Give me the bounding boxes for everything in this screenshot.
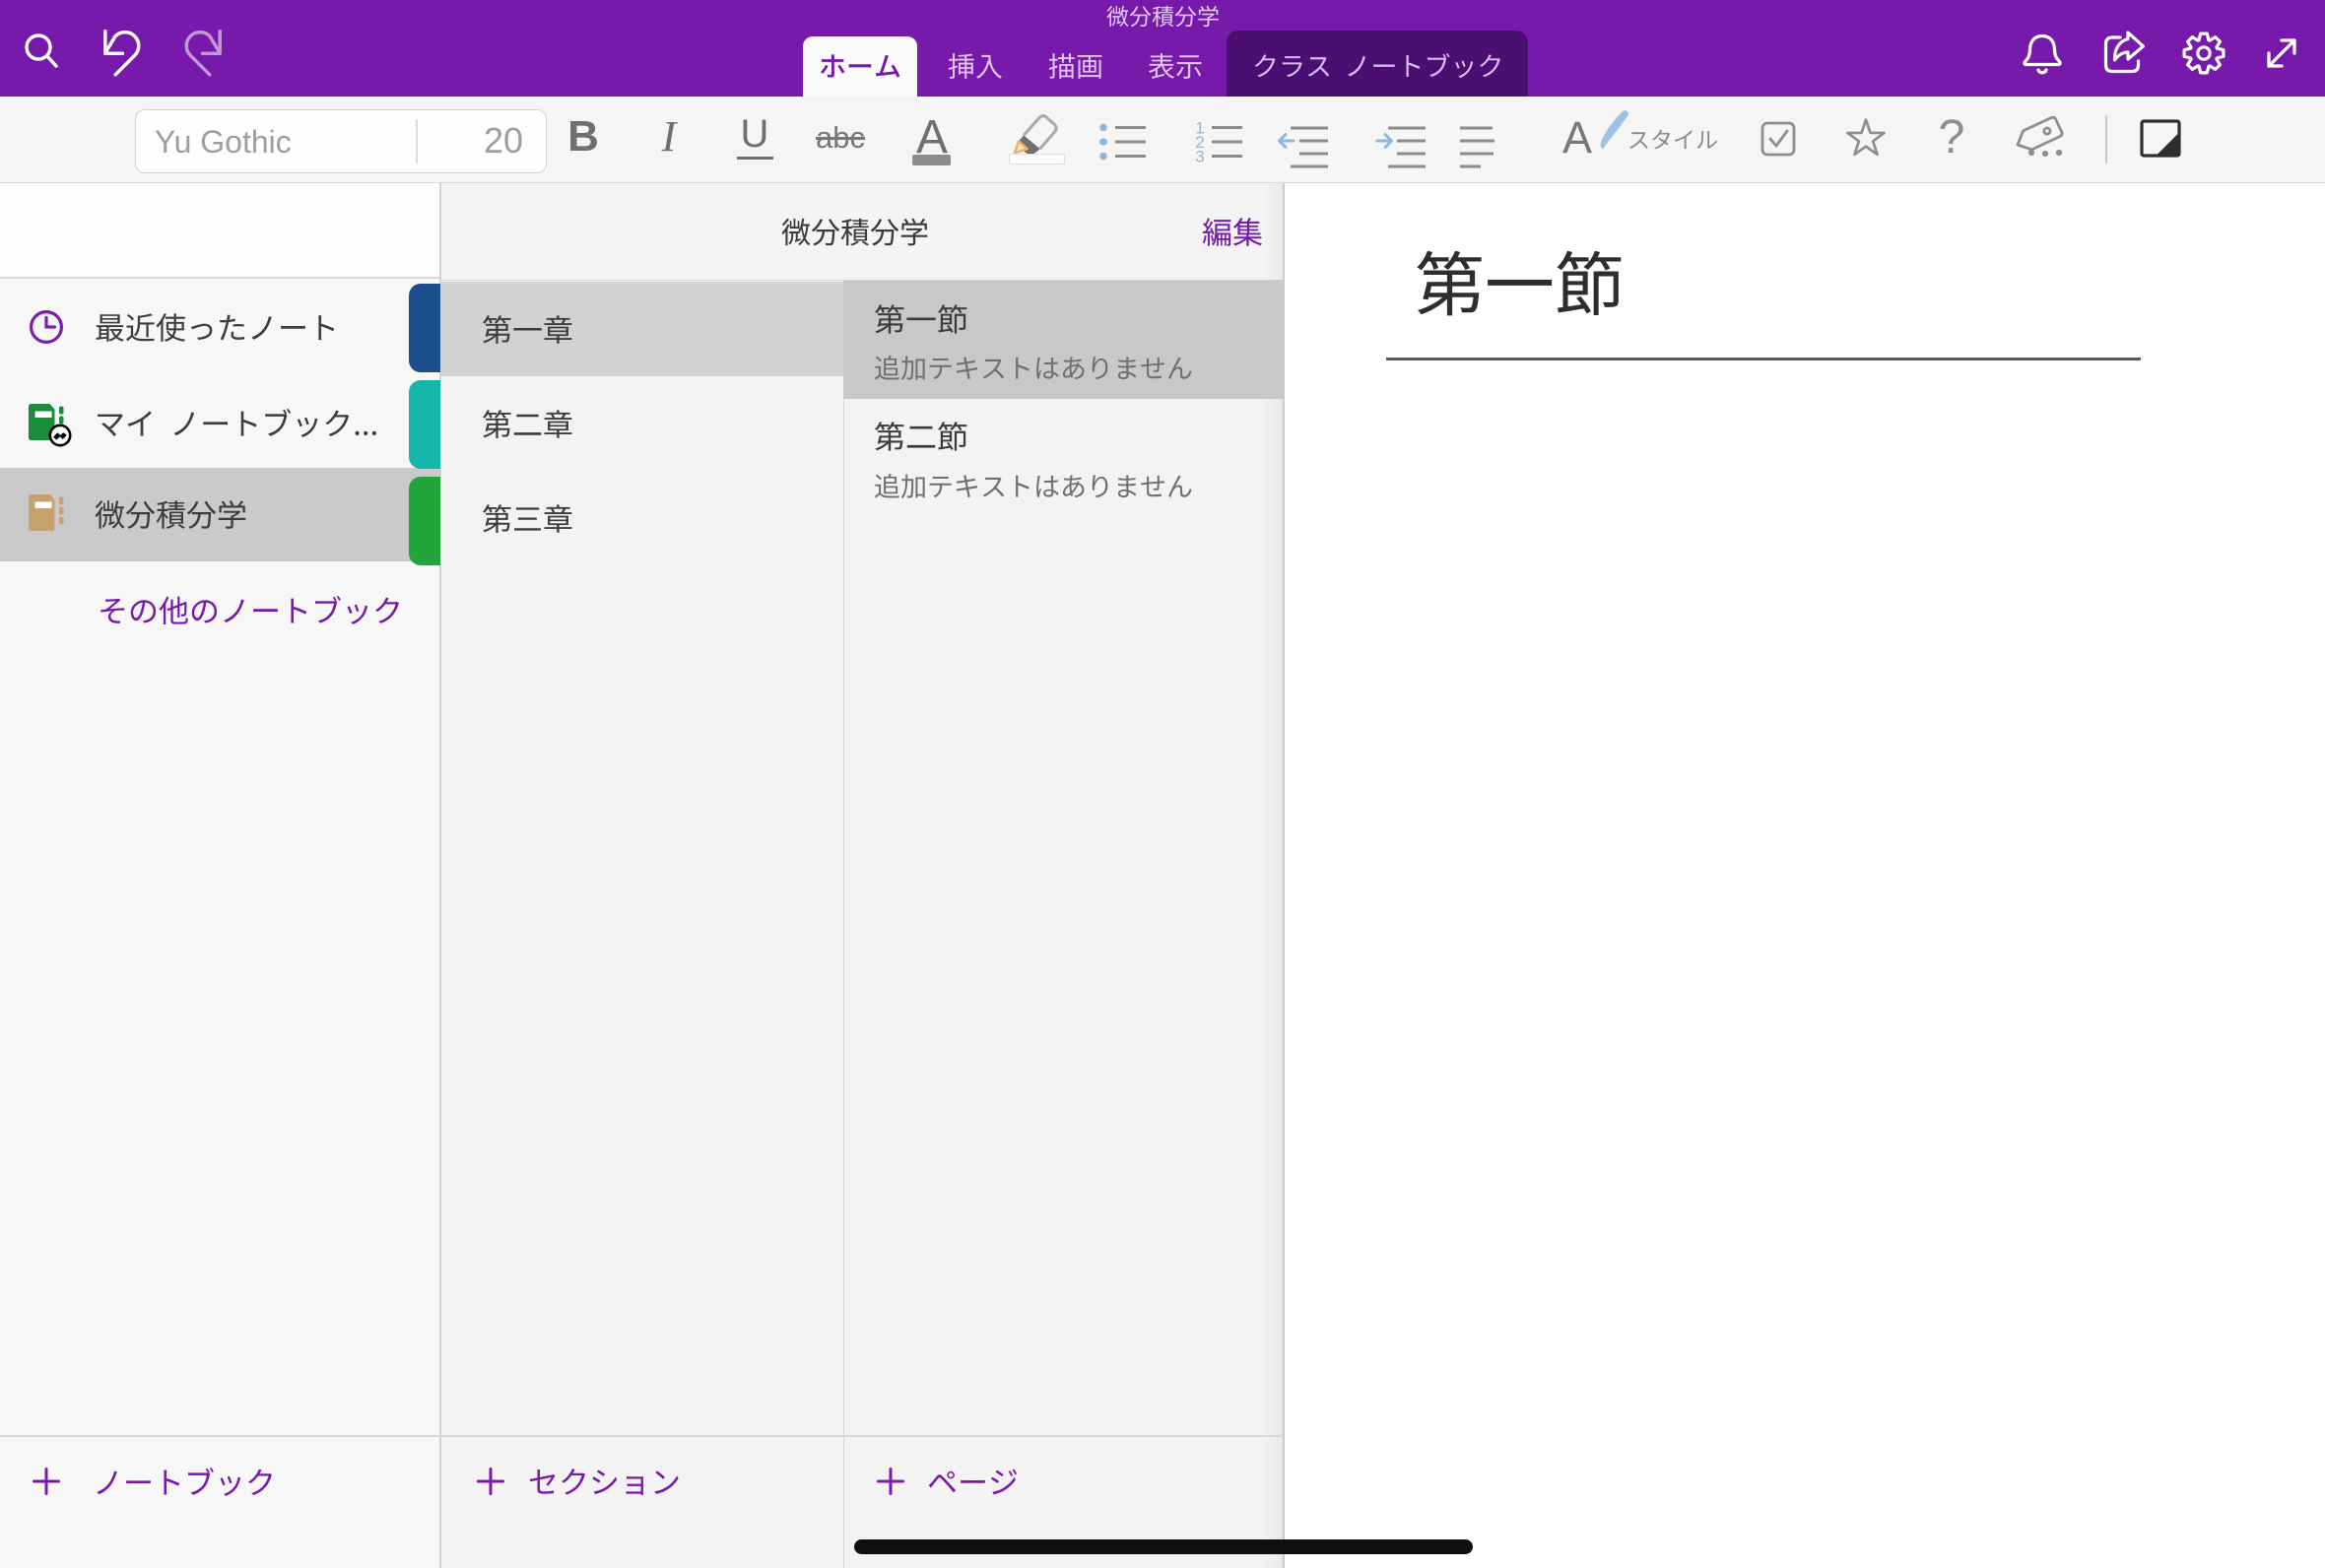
svg-text:3: 3	[1195, 148, 1204, 166]
